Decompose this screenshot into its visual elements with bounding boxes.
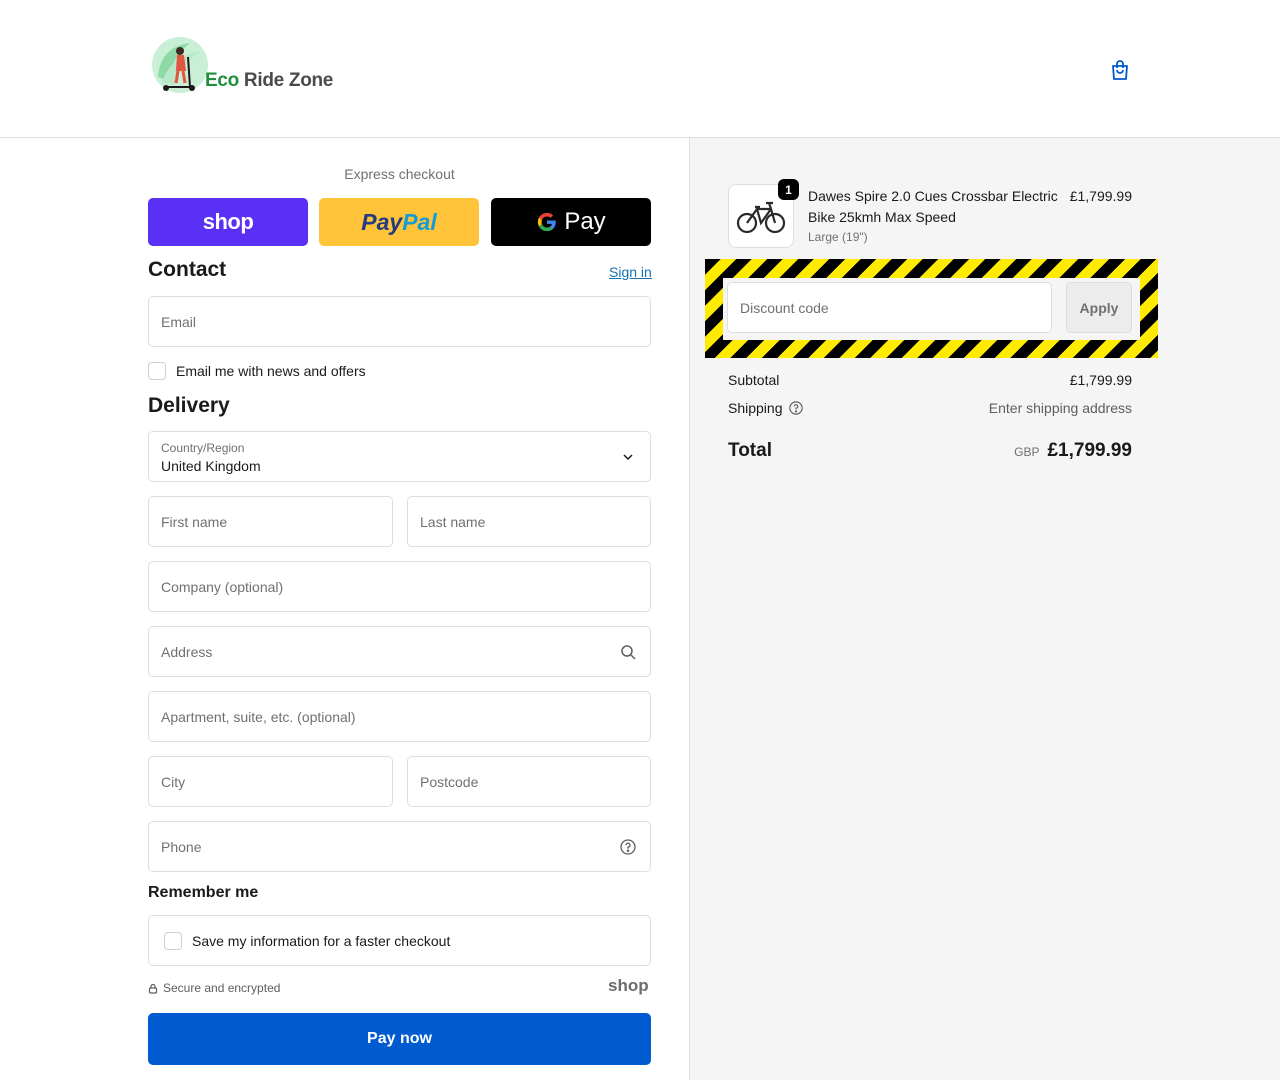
google-pay-button[interactable]: Pay [491, 198, 651, 246]
sign-in-link[interactable]: Sign in [609, 264, 652, 280]
delivery-title: Delivery [148, 394, 230, 417]
help-circle-icon[interactable] [620, 839, 636, 855]
google-pay-label: Pay [564, 208, 606, 235]
address-placeholder: Address [161, 644, 213, 660]
shop-pay-button[interactable]: shop [148, 198, 308, 246]
shipping-label: Shipping [728, 400, 783, 416]
brand-name-rest: Ride Zone [238, 70, 334, 91]
lock-icon [148, 983, 158, 994]
help-circle-icon[interactable] [788, 401, 803, 415]
total-label: Total [728, 440, 772, 461]
save-info-row[interactable]: Save my information for a faster checkou… [164, 932, 450, 950]
google-g-icon [538, 212, 557, 232]
search-icon [621, 645, 636, 660]
phone-field[interactable]: Phone [148, 821, 651, 872]
shopping-bag-icon[interactable] [1108, 58, 1132, 82]
discount-code-field[interactable]: Discount code [727, 282, 1052, 333]
logo[interactable]: Eco Ride Zone [150, 36, 340, 98]
brand-name: Eco Ride Zone [205, 70, 333, 92]
subtotal-value: £1,799.99 [1069, 372, 1132, 388]
quantity-badge: 1 [778, 179, 799, 200]
postcode-field[interactable]: Postcode [407, 756, 651, 807]
chevron-down-icon [623, 454, 633, 461]
paypal-button[interactable]: Pay Pal [319, 198, 479, 246]
header: Eco Ride Zone [0, 0, 1280, 138]
total-value: £1,799.99 [1047, 440, 1132, 461]
pay-now-label: Pay now [367, 1030, 432, 1047]
shipping-value: Enter shipping address [988, 400, 1132, 416]
last-name-field[interactable]: Last name [407, 496, 651, 547]
shipping-label-group: Shipping [728, 400, 803, 416]
shop-brand: shop [608, 976, 649, 995]
phone-placeholder: Phone [161, 839, 202, 855]
email-field[interactable]: Email [148, 296, 651, 347]
apply-discount-button[interactable]: Apply [1066, 282, 1132, 333]
total-row: Total GBP £1,799.99 [728, 440, 1132, 462]
order-summary: 1 Dawes Spire 2.0 Cues Crossbar Electric… [690, 138, 1280, 1080]
apartment-field[interactable]: Apartment, suite, etc. (optional) [148, 691, 651, 742]
remember-me-box: Save my information for a faster checkou… [148, 915, 651, 966]
contact-title: Contact [148, 258, 227, 281]
email-placeholder: Email [161, 314, 197, 330]
apply-label: Apply [1079, 299, 1119, 316]
news-checkbox-row[interactable]: Email me with news and offers [148, 362, 366, 380]
save-info-label: Save my information for a faster checkou… [192, 933, 451, 949]
paypal-label-pay: Pay [361, 208, 403, 235]
country-label: Country/Region [161, 441, 245, 455]
company-placeholder: Company (optional) [161, 579, 284, 595]
news-checkbox-label: Email me with news and offers [176, 363, 366, 379]
apartment-placeholder: Apartment, suite, etc. (optional) [161, 709, 356, 725]
secure-notice: Secure and encrypted [148, 981, 280, 995]
currency-code: GBP [1014, 445, 1040, 459]
product-name: Dawes Spire 2.0 Cues Crossbar Electric B… [808, 188, 1058, 225]
company-field[interactable]: Company (optional) [148, 561, 651, 612]
last-name-placeholder: Last name [420, 514, 486, 530]
secure-text: Secure and encrypted [163, 981, 281, 995]
checkout-form: Express checkout shop Pay Pal Pay Contact… [0, 138, 690, 1080]
subtotal-row: Subtotal £1,799.99 [728, 372, 1132, 388]
shop-pay-label: shop [202, 209, 254, 234]
postcode-placeholder: Postcode [420, 774, 479, 790]
subtotal-label: Subtotal [728, 372, 780, 388]
save-info-checkbox[interactable] [164, 932, 182, 950]
brand-name-eco: Eco [205, 70, 239, 91]
discount-code-placeholder: Discount code [740, 300, 829, 316]
product-price: £1,799.99 [1069, 188, 1132, 204]
country-value: United Kingdom [161, 458, 261, 474]
paypal-label-pal: Pal [402, 208, 437, 235]
remember-me-title: Remember me [148, 884, 259, 901]
first-name-placeholder: First name [161, 514, 228, 530]
address-field[interactable]: Address [148, 626, 651, 677]
total-value-group: GBP £1,799.99 [1014, 440, 1132, 462]
news-checkbox[interactable] [148, 362, 166, 380]
express-checkout-label: Express checkout [344, 166, 455, 182]
country-select[interactable]: Country/Region United Kingdom [148, 431, 651, 482]
pay-now-button[interactable]: Pay now [148, 1013, 651, 1065]
product-variant: Large (19") [808, 230, 868, 244]
scooter-logo-icon [152, 37, 208, 93]
shipping-row: Shipping Enter shipping address [728, 400, 1132, 416]
city-placeholder: City [161, 774, 186, 790]
first-name-field[interactable]: First name [148, 496, 393, 547]
city-field[interactable]: City [148, 756, 393, 807]
